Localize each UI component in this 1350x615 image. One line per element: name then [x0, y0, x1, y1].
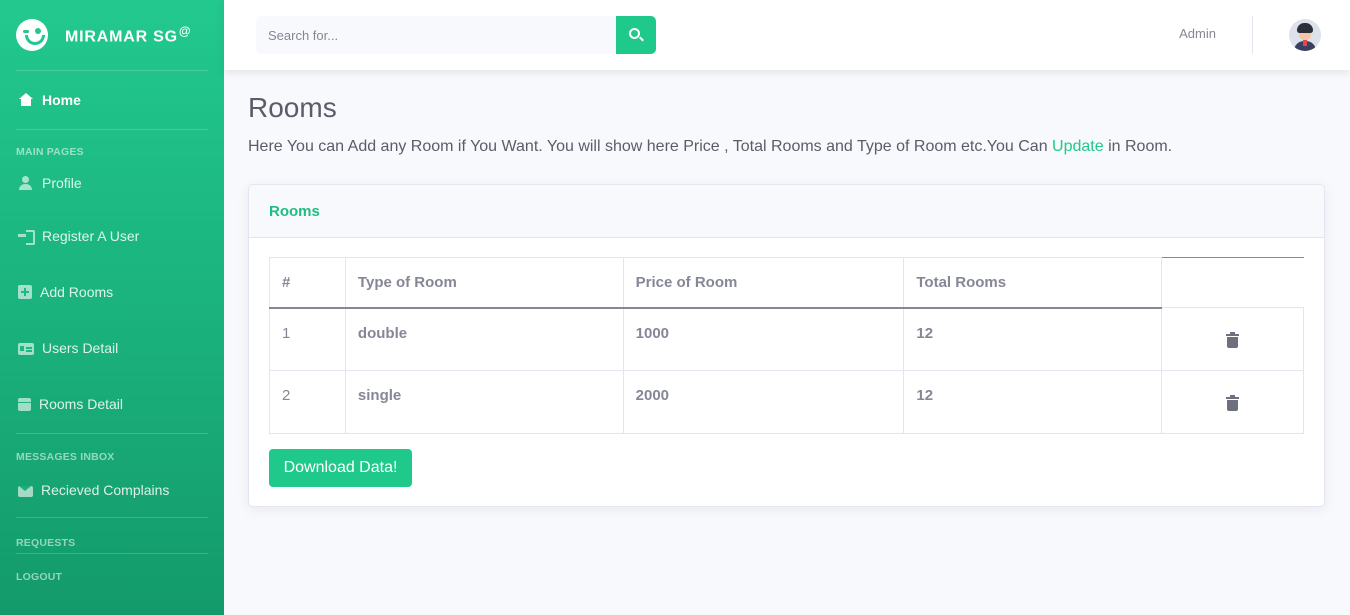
rooms-table: # Type of Room Price of Room Total Rooms…: [269, 257, 1304, 434]
sidebar: MIRAMAR SG@ Home MAIN PAGES Profile Regi…: [0, 0, 224, 615]
cell-actions: [1161, 307, 1304, 371]
brand-name: MIRAMAR SG: [65, 28, 178, 46]
user-icon: [18, 176, 34, 190]
column-header-number: #: [269, 257, 346, 309]
cell-number: 2: [269, 370, 346, 434]
cell-number: 1: [269, 307, 346, 371]
brand[interactable]: MIRAMAR SG@: [0, 0, 224, 70]
table-row: 1 double 1000 12: [269, 307, 1304, 371]
card-title: Rooms: [269, 202, 320, 220]
page-description-text: Here You can Add any Room if You Want. Y…: [248, 138, 1053, 155]
cell-actions: [1161, 370, 1304, 434]
avatar[interactable]: [1289, 19, 1321, 51]
sidebar-item-label: Register A User: [42, 228, 140, 244]
sidebar-item-recieved-complains[interactable]: Recieved Complains: [0, 463, 224, 517]
download-data-button[interactable]: Download Data!: [269, 449, 412, 487]
sidebar-item-home[interactable]: Home: [0, 71, 224, 129]
cell-type: single: [344, 370, 624, 434]
trash-icon[interactable]: [1226, 332, 1240, 348]
sidebar-item-add-rooms[interactable]: Add Rooms: [0, 264, 224, 320]
column-header-total: Total Rooms: [903, 257, 1163, 309]
brand-logo-icon: [16, 19, 48, 51]
table-row: 2 single 2000 12: [269, 370, 1304, 434]
id-card-icon: [18, 343, 34, 355]
plus-square-icon: [18, 285, 32, 299]
column-header-actions: [1161, 257, 1304, 308]
search-button[interactable]: [616, 16, 656, 54]
table-header-row: # Type of Room Price of Room Total Rooms: [269, 257, 1304, 309]
topbar-divider: [1252, 16, 1253, 54]
update-link[interactable]: Update: [1052, 138, 1104, 155]
rooms-card: Rooms # Type of Room Price of Room Total…: [248, 184, 1325, 507]
column-header-type: Type of Room: [344, 257, 624, 309]
calendar-icon: [18, 397, 31, 411]
cell-price: 1000: [622, 307, 905, 371]
card-header: Rooms: [249, 185, 1324, 238]
cell-total: 12: [903, 370, 1163, 434]
sidebar-heading-main-pages: MAIN PAGES: [16, 146, 84, 158]
envelope-icon: [18, 485, 33, 497]
page-description-text-end: in Room.: [1103, 138, 1173, 155]
sidebar-item-label: Recieved Complains: [41, 482, 170, 498]
page-title: Rooms: [248, 92, 337, 123]
topbar: Admin: [224, 0, 1350, 70]
sidebar-heading-logout[interactable]: LOGOUT: [0, 571, 224, 583]
sidebar-item-label: Users Detail: [42, 340, 119, 356]
trash-icon[interactable]: [1226, 395, 1240, 411]
sidebar-heading-messages-inbox: MESSAGES INBOX: [16, 451, 115, 463]
sidebar-item-label: Rooms Detail: [39, 396, 124, 412]
page-description: Here You can Add any Room if You Want. Y…: [248, 138, 1172, 156]
cell-total: 12: [903, 307, 1163, 371]
sidebar-item-label: Profile: [42, 175, 82, 191]
sidebar-item-register-user[interactable]: Register A User: [0, 208, 224, 264]
sidebar-item-users-detail[interactable]: Users Detail: [0, 320, 224, 376]
sidebar-item-profile[interactable]: Profile: [0, 158, 224, 208]
search-icon: [629, 28, 640, 39]
brand-superscript: @: [178, 23, 192, 38]
sidebar-item-label: Add Rooms: [40, 284, 114, 300]
home-icon: [18, 93, 34, 107]
search-input[interactable]: [256, 16, 616, 54]
cell-type: double: [344, 307, 624, 371]
search-bar: [256, 16, 656, 54]
column-header-price: Price of Room: [622, 257, 905, 309]
cell-price: 2000: [622, 370, 905, 434]
user-name[interactable]: Admin: [1179, 26, 1216, 41]
sign-in-icon: [18, 229, 35, 245]
sidebar-item-label: Home: [42, 92, 81, 108]
sidebar-item-rooms-detail[interactable]: Rooms Detail: [0, 376, 224, 432]
sidebar-heading-requests[interactable]: REQUESTS: [0, 537, 224, 549]
